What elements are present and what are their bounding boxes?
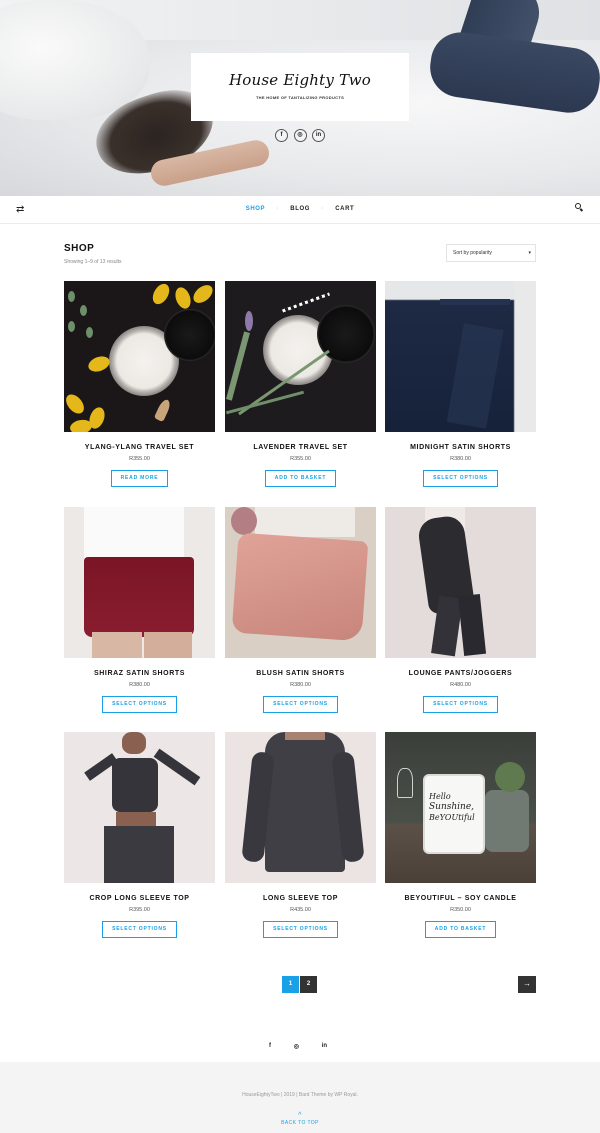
site-logo[interactable]: House Eighty Two THE HOME OF TANTALIZING… — [191, 53, 409, 121]
product-price: R380.00 — [450, 456, 471, 462]
instagram-icon[interactable]: ◎ — [294, 1043, 299, 1050]
select-options-button[interactable]: SELECT OPTIONS — [263, 696, 338, 713]
product-price: R435.00 — [290, 907, 311, 913]
add-to-basket-button[interactable]: ADD TO BASKET — [264, 470, 337, 487]
product-card: LONG SLEEVE TOP R435.00 SELECT OPTIONS — [225, 732, 376, 938]
product-card: LOUNGE PANTS/JOGGERS R480.00 SELECT OPTI… — [385, 507, 536, 713]
product-card: SHIRAZ SATIN SHORTS R380.00 SELECT OPTIO… — [64, 507, 215, 713]
product-price: R380.00 — [129, 682, 150, 688]
product-name[interactable]: CROP LONG SLEEVE TOP — [64, 895, 215, 902]
nav-separator: · — [321, 206, 324, 212]
pagination: 1 2 — [282, 976, 318, 993]
copyright-text: HouseEightyTwo | 2019 | Bard Theme by WP… — [242, 1092, 358, 1098]
nav-links: SHOP · BLOG · CART — [0, 206, 600, 212]
page-2-button[interactable]: 2 — [300, 976, 317, 993]
read-more-button[interactable]: READ MORE — [110, 470, 169, 487]
product-image[interactable] — [385, 507, 536, 658]
nav-item-shop[interactable]: SHOP — [246, 206, 265, 212]
product-price: R350.00 — [450, 907, 471, 913]
product-name[interactable]: SHIRAZ SATIN SHORTS — [64, 670, 215, 677]
select-options-button[interactable]: SELECT OPTIONS — [102, 921, 177, 938]
select-options-button[interactable]: SELECT OPTIONS — [102, 696, 177, 713]
linkedin-icon[interactable]: in — [322, 1043, 327, 1050]
product-name[interactable]: LONG SLEEVE TOP — [225, 895, 376, 902]
product-name[interactable]: BLUSH SATIN SHORTS — [225, 670, 376, 677]
product-image[interactable] — [64, 507, 215, 658]
chevron-down-icon: ▾ — [528, 250, 531, 256]
site-footer: HouseEightyTwo | 2019 | Bard Theme by WP… — [0, 1062, 600, 1133]
select-options-button[interactable]: SELECT OPTIONS — [423, 696, 498, 713]
instagram-icon[interactable]: ◎ — [293, 129, 307, 142]
candle-label-line2: Sunshine, — [429, 802, 475, 812]
product-image[interactable]: Hello Sunshine, BeYOUtiful — [385, 732, 536, 883]
product-image[interactable] — [385, 281, 536, 432]
product-card: LAVENDER TRAVEL SET R355.00 ADD TO BASKE… — [225, 281, 376, 487]
product-price: R355.00 — [290, 456, 311, 462]
arrow-up-icon: ^ — [298, 1112, 302, 1119]
footer-social-links: f ◎ in — [269, 1043, 327, 1050]
candle-label-line3: BeYOUtiful — [429, 813, 475, 822]
result-count: Showing 1–9 of 13 results — [64, 259, 122, 265]
back-to-top-link[interactable]: ^ BACK TO TOP — [0, 1112, 600, 1126]
add-to-basket-button[interactable]: ADD TO BASKET — [424, 921, 497, 938]
hero-social-links: f ◎ in — [275, 129, 325, 143]
select-options-button[interactable]: SELECT OPTIONS — [263, 921, 338, 938]
product-image[interactable] — [64, 732, 215, 883]
back-to-top-label: BACK TO TOP — [281, 1120, 319, 1126]
candle-label-line1: Hello — [429, 792, 451, 801]
product-card: Hello Sunshine, BeYOUtiful BEYOUTIFUL – … — [385, 732, 536, 938]
product-card: YLANG-YLANG TRAVEL SET R355.00 READ MORE — [64, 281, 215, 487]
site-title: House Eighty Two — [229, 71, 371, 89]
product-name[interactable]: YLANG-YLANG TRAVEL SET — [64, 444, 215, 451]
linkedin-icon[interactable]: in — [312, 129, 325, 142]
product-card: BLUSH SATIN SHORTS R380.00 SELECT OPTION… — [225, 507, 376, 713]
product-price: R355.00 — [129, 456, 150, 462]
nav-separator: · — [276, 206, 280, 212]
product-card: MIDNIGHT SATIN SHORTS R380.00 SELECT OPT… — [385, 281, 536, 487]
product-image[interactable] — [225, 732, 376, 883]
main-navigation: ⇄ SHOP · BLOG · CART — [0, 196, 600, 224]
product-name[interactable]: LOUNGE PANTS/JOGGERS — [385, 670, 536, 677]
product-name[interactable]: BEYOUTIFUL – SOY CANDLE — [385, 895, 536, 902]
facebook-icon[interactable]: f — [269, 1043, 271, 1050]
page-1-button[interactable]: 1 — [282, 976, 299, 993]
sort-select-value: Sort by popularity — [453, 250, 492, 256]
product-price: R380.00 — [290, 682, 311, 688]
product-image[interactable] — [225, 507, 376, 658]
product-image[interactable] — [64, 281, 215, 432]
hero-banner: House Eighty Two THE HOME OF TANTALIZING… — [0, 0, 600, 196]
next-page-button[interactable]: → — [518, 976, 536, 993]
product-name[interactable]: MIDNIGHT SATIN SHORTS — [385, 444, 536, 451]
product-image[interactable] — [225, 281, 376, 432]
product-card: CROP LONG SLEEVE TOP R395.00 SELECT OPTI… — [64, 732, 215, 938]
site-tagline: THE HOME OF TANTALIZING PRODUCTS — [255, 95, 345, 100]
nav-item-cart[interactable]: CART — [335, 206, 354, 212]
product-price: R480.00 — [450, 682, 471, 688]
product-price: R395.00 — [129, 907, 150, 913]
page-title: SHOP — [64, 243, 95, 254]
sort-select[interactable]: Sort by popularity ▾ — [446, 244, 536, 262]
product-name[interactable]: LAVENDER TRAVEL SET — [225, 444, 376, 451]
facebook-icon[interactable]: f — [275, 129, 288, 142]
search-icon[interactable] — [575, 203, 584, 212]
select-options-button[interactable]: SELECT OPTIONS — [423, 470, 498, 487]
nav-item-blog[interactable]: BLOG — [290, 206, 310, 212]
